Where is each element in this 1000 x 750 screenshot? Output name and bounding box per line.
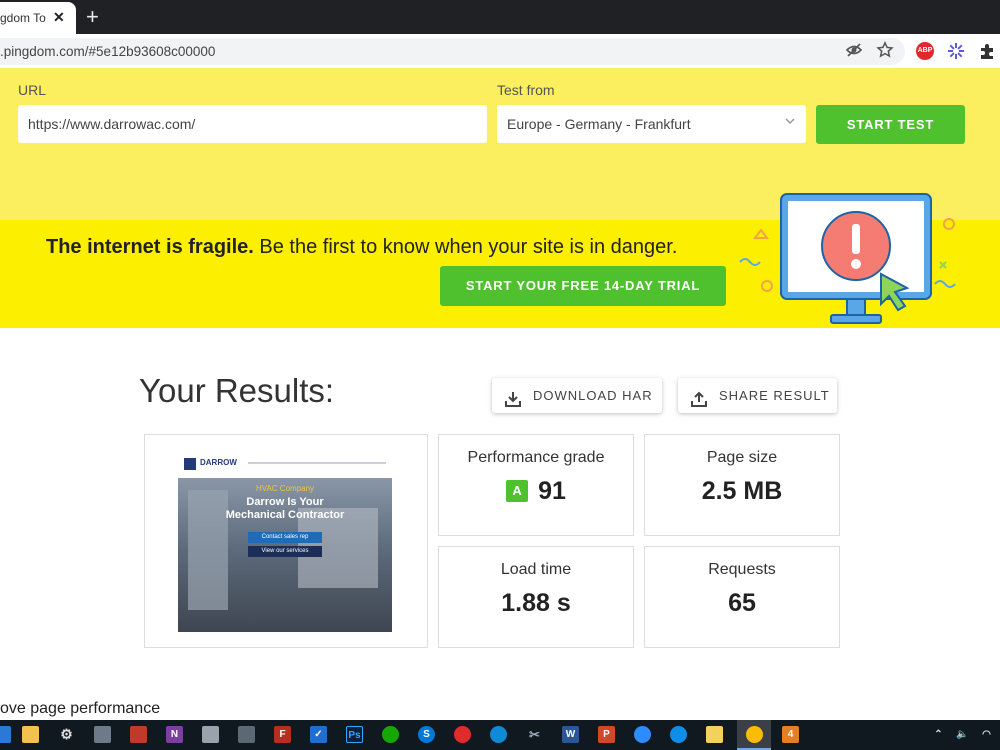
thumb-headline-2: Mechanical Contractor: [225, 509, 345, 521]
promo-banner: The internet is fragile. Be the first to…: [0, 193, 1000, 328]
thumb-machinery: [188, 490, 228, 610]
skype-icon[interactable]: S: [418, 726, 435, 743]
start-free-trial-button[interactable]: START YOUR FREE 14-DAY TRIAL: [440, 266, 726, 306]
performance-score: 91: [538, 477, 566, 505]
browser-tab[interactable]: gdom To ✕: [0, 2, 76, 34]
app-icon[interactable]: [130, 726, 147, 743]
settings-gear-icon[interactable]: ⚙: [58, 726, 75, 743]
thumb-hero: HVAC Company Darrow Is Your Mechanical C…: [178, 478, 392, 632]
thumb-nav: [248, 462, 386, 464]
site-screenshot: DARROW HVAC Company Darrow Is Your Mecha…: [178, 450, 392, 632]
omnibox[interactable]: .pingdom.com/#5e12b93608c00000: [0, 38, 905, 65]
tab-close-icon[interactable]: ✕: [53, 9, 65, 26]
zoom-icon[interactable]: [634, 726, 651, 743]
tray-chevron-icon[interactable]: ⌃: [930, 726, 947, 743]
wifi-icon[interactable]: ◠: [978, 726, 995, 743]
chevron-down-icon: [784, 115, 796, 130]
url-input[interactable]: https://www.darrowac.com/: [18, 105, 487, 143]
requests-card: Requests 65: [644, 546, 840, 648]
powerpoint-icon[interactable]: P: [598, 726, 615, 743]
windows-taskbar: ⚙ N F ✓ Ps S ✂ W P 4 ⌃ 🔈 ◠: [0, 720, 1000, 750]
notepad-icon[interactable]: [202, 726, 219, 743]
test-from-value: Europe - Germany - Frankfurt: [507, 116, 691, 132]
teamviewer-icon[interactable]: [670, 726, 687, 743]
extensions-puzzle-icon[interactable]: [978, 42, 996, 60]
banner-body-text: Be the first to know when your site is i…: [253, 236, 678, 258]
load-time-label: Load time: [500, 561, 572, 578]
results-title: Your Results:: [139, 372, 335, 409]
tab-title: gdom To: [0, 11, 46, 25]
snipping-tool-icon[interactable]: ✂: [526, 726, 543, 743]
performance-grade-card: Performance grade A 91: [438, 434, 634, 536]
url-text[interactable]: .pingdom.com/#5e12b93608c00000: [0, 44, 215, 59]
thumb-logo-mark: [184, 458, 196, 470]
thumb-cta-2: View our services: [248, 546, 322, 557]
banner-text: The internet is fragile. Be the first to…: [46, 236, 677, 259]
page-size-value: 2.5 MB: [701, 477, 783, 505]
test-from-select[interactable]: Europe - Germany - Frankfurt: [497, 105, 806, 143]
requests-label: Requests: [708, 561, 776, 578]
chrome-icon[interactable]: [746, 726, 763, 743]
browser-tab-bar: gdom To ✕ +: [0, 0, 1000, 34]
sparkle-extension-icon[interactable]: [947, 42, 965, 60]
bookmark-star-icon[interactable]: [876, 40, 894, 64]
performance-grade-label: Performance grade: [467, 449, 605, 466]
thumb-header: DARROW: [178, 450, 392, 478]
download-icon: [504, 386, 522, 421]
url-label: URL: [18, 82, 47, 98]
requests-value: 65: [728, 589, 756, 617]
file-explorer-icon[interactable]: [22, 726, 39, 743]
check-app-icon[interactable]: ✓: [310, 726, 327, 743]
monitor-alert-illustration: [739, 193, 956, 324]
thumb-kicker: HVAC Company: [255, 484, 315, 493]
share-result-button[interactable]: SHARE RESULT: [678, 378, 837, 413]
new-tab-button[interactable]: +: [86, 4, 99, 30]
volume-icon[interactable]: 🔈: [954, 726, 971, 743]
upwork-icon[interactable]: [382, 726, 399, 743]
grade-badge: A: [506, 480, 529, 502]
address-bar-row: .pingdom.com/#5e12b93608c00000 ABP: [0, 34, 1000, 68]
start-test-button[interactable]: START TEST: [816, 105, 965, 144]
thumb-logo: DARROW: [200, 458, 237, 467]
sticky-notes-icon[interactable]: [706, 726, 723, 743]
edge-icon[interactable]: [490, 726, 507, 743]
photoshop-icon[interactable]: Ps: [346, 726, 363, 743]
word-icon[interactable]: W: [562, 726, 579, 743]
network-drive-icon[interactable]: [94, 726, 111, 743]
banner-bold-text: The internet is fragile.: [46, 236, 254, 258]
download-har-button[interactable]: DOWNLOAD HAR: [492, 378, 662, 413]
filezilla-icon[interactable]: F: [274, 726, 291, 743]
share-icon: [690, 386, 708, 421]
share-result-label: SHARE RESULT: [719, 388, 830, 403]
app-4-icon[interactable]: 4: [782, 726, 799, 743]
eye-slash-icon[interactable]: [845, 41, 863, 64]
load-time-card: Load time 1.88 s: [438, 546, 634, 648]
calculator-icon[interactable]: [238, 726, 255, 743]
thumb-cta-1: Contact sales rep: [248, 532, 322, 543]
opera-icon[interactable]: [454, 726, 471, 743]
page-size-label: Page size: [706, 449, 778, 466]
page-size-card: Page size 2.5 MB: [644, 434, 840, 536]
taskview-icon[interactable]: [0, 726, 11, 743]
performance-grade-value: A 91: [439, 477, 633, 506]
adblock-extension-icon[interactable]: ABP: [916, 42, 934, 60]
download-har-label: DOWNLOAD HAR: [533, 388, 653, 403]
load-time-value: 1.88 s: [501, 589, 571, 617]
onenote-icon[interactable]: N: [166, 726, 183, 743]
section-heading-partial: ove page performance: [0, 700, 161, 717]
test-from-label: Test from: [497, 82, 555, 98]
thumb-headline-1: Darrow Is Your: [246, 496, 324, 508]
